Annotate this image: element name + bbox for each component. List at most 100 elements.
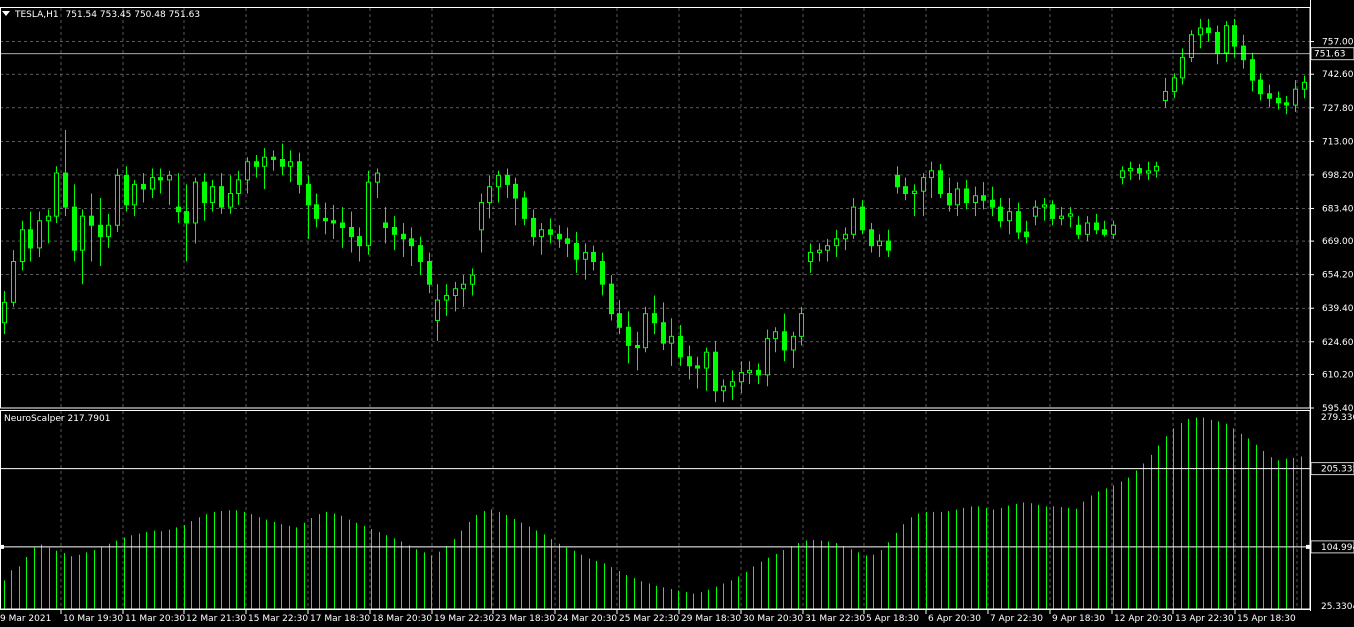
candle-body-bear [1276,97,1281,104]
candle-body-bull [1163,90,1168,102]
candle [730,370,735,400]
candle-body-bear [522,197,527,219]
candle-body-bear [1094,222,1099,231]
candle-body-bull [843,233,848,240]
candle [11,250,16,307]
chart-canvas[interactable]: 757.00 742.60 727.80 713.00 698.20 683.40 669.… [0,0,1354,624]
candle-body-bear [1250,59,1255,81]
triangle-down-icon[interactable] [2,11,10,16]
candle [37,211,42,257]
candle-body-bear [1016,211,1021,233]
level-drag-handle[interactable] [1306,544,1310,549]
trading-chart[interactable]: 757.00 742.60 727.80 713.00 698.20 683.40 669.… [0,0,1354,624]
candle [583,243,588,280]
candle-body-bull [210,186,215,204]
candle-body-bear [557,233,562,240]
price-tick-label: 698.20 [1322,171,1354,181]
candle [357,227,362,262]
candle-body-bear [202,181,207,204]
candle-body-bear [1267,93,1272,99]
candle [487,175,492,219]
candle [228,175,233,214]
candle-body-bull [1224,25,1229,54]
candle-body-bull [435,299,440,321]
candle-body-bear [886,240,891,251]
candle [539,222,544,255]
candle [834,229,839,257]
candle-body-bear [964,188,969,204]
candle [1163,77,1168,108]
candle-body-bull [739,372,744,383]
time-tick-label: 29 Mar 18:30 [681,614,741,623]
candle-body-bear [306,183,311,206]
candle-body-bear [947,192,952,206]
candle [1033,200,1038,226]
candle [921,173,926,217]
candle-body-bull [912,190,917,194]
candle [1154,161,1159,178]
candle [158,168,163,194]
price-tick-label: 610.20 [1322,370,1354,380]
indicator-tick-label: 104.994 [1321,543,1354,553]
candle [1042,198,1047,221]
candle [124,166,129,212]
candle [331,204,336,239]
candle [141,173,146,203]
candle-body-bull [955,188,960,206]
candle-body-bull [765,338,770,376]
candle [1250,52,1255,92]
candle [453,281,458,312]
candle [643,306,648,353]
candle-body-bear [713,351,718,392]
candle-body-bear [1102,229,1107,235]
candle-body-bull [461,283,466,290]
candle-body-bull [1120,170,1125,179]
candle [323,202,328,235]
candle [661,302,666,350]
candle-body-bull [583,251,588,260]
candle [280,143,285,176]
candle [721,379,726,403]
candle-body-bear [1215,31,1220,54]
candle-body-bull [167,174,172,181]
candle [89,193,94,262]
candle-body-bear [998,206,1003,222]
candle [825,238,830,262]
candle-body-bear [401,233,406,240]
candle [609,275,614,321]
candle [886,229,891,257]
price-series [2,18,1307,403]
candle-body-bear [591,251,596,263]
price-tick-label: 639.40 [1322,304,1354,314]
candle-body-bear [418,245,423,263]
time-tick-label: 23 Mar 18:30 [495,614,555,623]
time-tick-label: 12 Mar 21:30 [186,614,246,623]
candle [782,313,787,362]
candle-body-bear [427,261,432,285]
candle [964,179,969,210]
candle-body-bear [609,283,614,315]
candle [1059,207,1064,226]
time-tick-label: 17 Mar 18:30 [310,614,370,623]
candle [106,213,111,248]
candle [184,184,189,262]
price-tick-label: 669.00 [1322,237,1354,247]
candle [392,216,397,251]
candle [150,168,155,199]
candle-body-bull [817,249,822,253]
time-tick-label: 31 Mar 22:30 [805,614,865,623]
candle-body-bear [392,227,397,235]
candle [1128,161,1133,180]
time-tick-label: 15 Mar 22:30 [248,614,308,623]
candle-body-bear [28,229,33,249]
time-tick-label: 11 Mar 20:30 [125,614,185,623]
candle [773,327,778,353]
candle-body-bear [548,229,553,235]
candle-body-bear [349,227,354,238]
candle [167,170,172,205]
candle-body-bull [150,177,155,190]
candle-body-bull [453,288,458,297]
candle [210,179,215,212]
candle [843,227,848,251]
candle-body-bear [938,170,943,194]
